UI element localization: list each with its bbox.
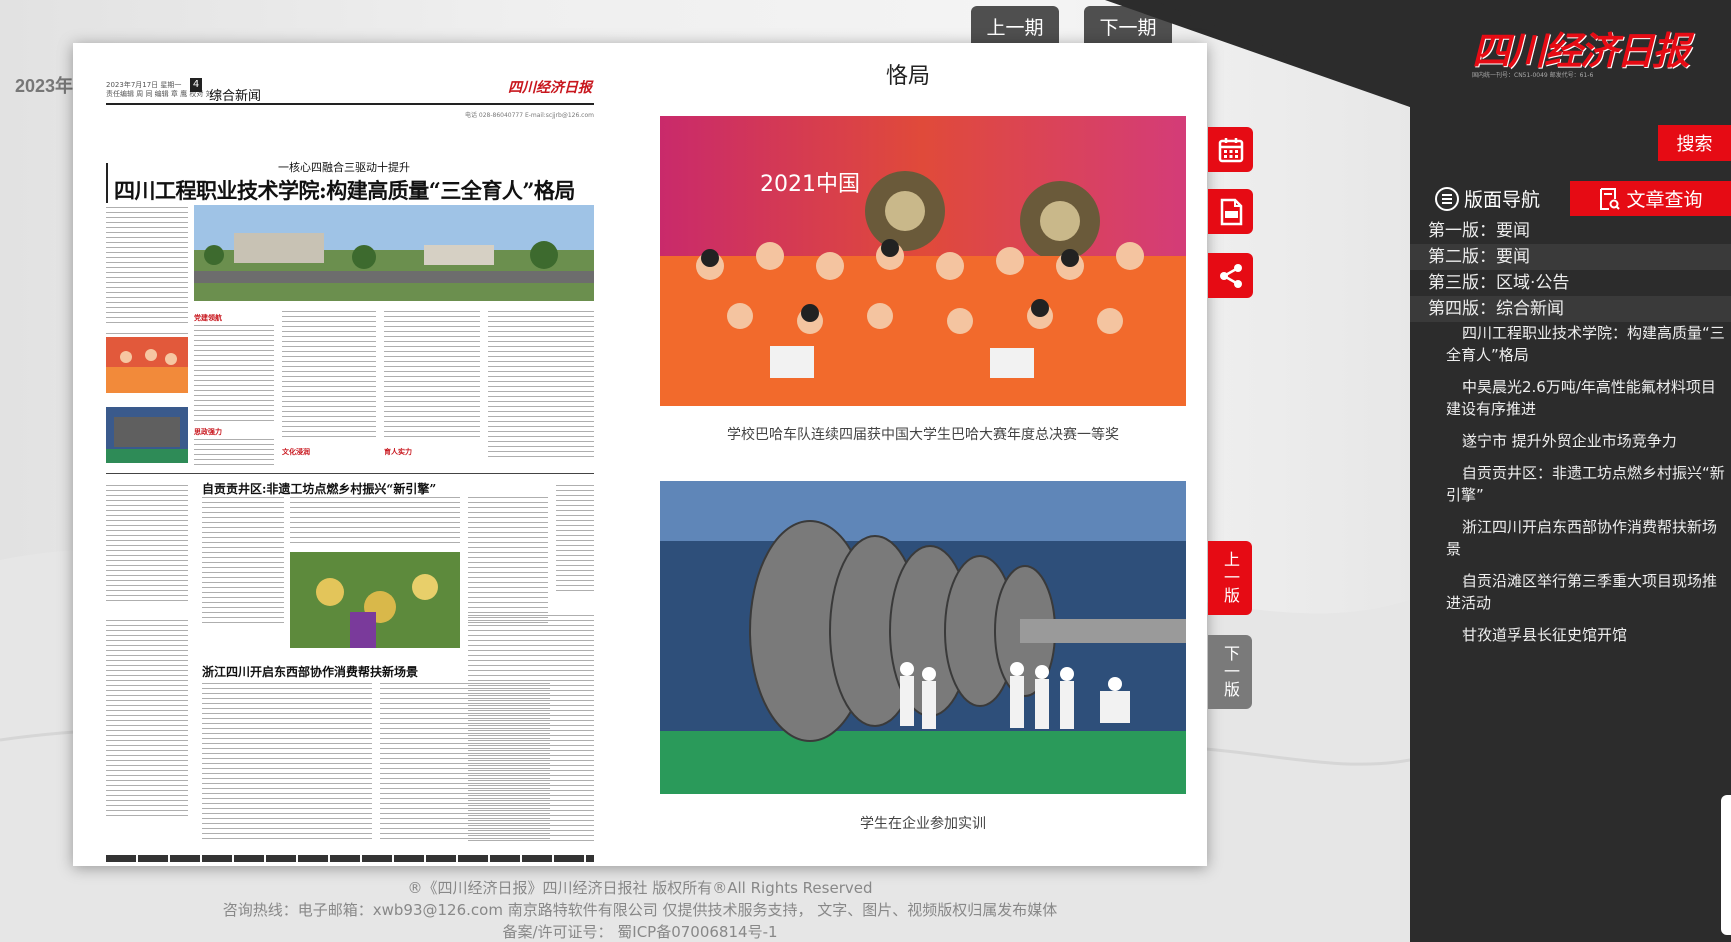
- edition-item-active[interactable]: 第四版：综合新闻: [1410, 296, 1731, 322]
- article-item[interactable]: › 中昊晨光2.6万吨/年高性能氟材料项目建设有序推进: [1410, 376, 1731, 420]
- masthead-meta: 国内统一刊号：CN51-0049 邮发代号：61-6: [1472, 72, 1594, 79]
- calendar-icon: [1218, 137, 1243, 162]
- year-label: 2023年: [15, 76, 74, 96]
- red-subhead: 思政强力: [194, 428, 222, 436]
- chevron-right-icon: ›: [1462, 519, 1468, 534]
- chevron-right-icon: ›: [1462, 573, 1468, 588]
- tab-label: 版面导航: [1464, 189, 1541, 211]
- paper-header: 2023年7月17日 星期一 责任编辑 周 同 编辑 章 鹰 校对 刘 莉 4 …: [106, 75, 594, 105]
- red-subhead: 党建领航: [194, 314, 222, 322]
- chevron-right-icon: ›: [1462, 627, 1468, 642]
- photo-caption-1: 学校巴哈车队连续四届获中国大学生巴哈大赛年度总决赛一等奖: [727, 427, 1119, 443]
- edition-item[interactable]: 第二版：要闻: [1410, 244, 1731, 270]
- article-title: 恪局: [886, 64, 931, 89]
- chevron-right-icon: ›: [1462, 325, 1468, 340]
- share-button[interactable]: [1208, 253, 1253, 298]
- tab-article-search[interactable]: 文章查询: [1570, 181, 1731, 216]
- edition-item[interactable]: 第一版：要闻: [1410, 218, 1731, 244]
- article-card: 恪局 2023年7月17日 星期一 责任编辑 周 同 编辑 章 鹰 校对 刘 莉…: [73, 43, 1207, 866]
- search-button[interactable]: 搜索: [1658, 125, 1731, 161]
- page-section: 综合新闻: [209, 89, 262, 104]
- page-date: 2023年7月17日 星期一: [106, 81, 182, 89]
- floating-widget[interactable]: [1721, 795, 1731, 935]
- page-number: 4: [190, 78, 202, 92]
- red-subhead: 育人实力: [384, 448, 412, 456]
- subhead-zhejiang[interactable]: 浙江四川开启东西部协作消费帮扶新场景: [202, 663, 418, 680]
- calendar-button[interactable]: [1208, 127, 1253, 172]
- chevron-right-icon: ›: [1462, 433, 1468, 448]
- search-bar: 搜索: [1410, 125, 1731, 161]
- red-subhead: 文化浸润: [282, 448, 310, 456]
- chevron-right-icon: ›: [1462, 465, 1468, 480]
- edition-list: 第一版：要闻 第二版：要闻 第三版：区域·公告 第四版：综合新闻: [1410, 218, 1731, 322]
- team-photo[interactable]: 2021中国: [660, 116, 1186, 406]
- masthead-logo: 四川经济日报: [1472, 28, 1690, 73]
- masthead: 四川经济日报 国内统一刊号：CN51-0049 邮发代号：61-6: [1410, 0, 1731, 107]
- article-item[interactable]: › 自贡沿滩区举行第三季重大项目现场推进活动: [1410, 570, 1731, 614]
- search-input[interactable]: [1410, 125, 1658, 161]
- pdf-download-button[interactable]: [1208, 189, 1253, 234]
- banner-text: 2021中国: [760, 172, 860, 197]
- footer-icp[interactable]: 备案/许可证号： 蜀ICP备07006814号-1: [0, 921, 1280, 942]
- article-item[interactable]: › 浙江四川开启东西部协作消费帮扶新场景: [1410, 516, 1731, 560]
- panel-tabs: 版面导航 文章查询: [1410, 181, 1731, 216]
- article-item[interactable]: › 四川工程职业技术学院：构建高质量“三全育人”格局: [1410, 322, 1731, 366]
- lead-kicker: 一核心四融合三驱动十提升: [278, 161, 410, 174]
- tab-page-navigation[interactable]: 版面导航: [1434, 181, 1570, 216]
- list-icon: [1435, 186, 1459, 211]
- turbine-photo[interactable]: [660, 481, 1186, 794]
- campus-photo: [194, 205, 594, 301]
- next-page-button[interactable]: 下一版: [1208, 635, 1252, 709]
- footer-contact: 咨询热线：电子邮箱：xwb93@126.com 南京路特软件有限公司 仅提供技术…: [222, 901, 1058, 919]
- paper-logo: 四川经济日报: [508, 80, 592, 96]
- article-item[interactable]: › 自贡贡井区：非遗工坊点燃乡村振兴“新引擎”: [1410, 462, 1731, 506]
- text-column: [106, 207, 188, 327]
- subhead-zigong[interactable]: 自贡贡井区:非遗工坊点燃乡村振兴“新引擎”: [202, 480, 436, 497]
- article-list: › 四川工程职业技术学院：构建高质量“三全育人”格局 › 中昊晨光2.6万吨/年高性…: [1410, 322, 1731, 656]
- previous-issue-button[interactable]: 上一期: [971, 6, 1059, 46]
- page-editors: 责任编辑 周 同 编辑 章 鹰 校对 刘 莉: [106, 90, 222, 98]
- pear-harvest-photo: [290, 552, 460, 648]
- share-icon: [1219, 263, 1242, 288]
- pdf-icon: [1220, 198, 1242, 225]
- lead-headline[interactable]: 四川工程职业技术学院:构建高质量“三全育人”格局: [114, 175, 575, 205]
- previous-page-button[interactable]: 上一版: [1208, 541, 1252, 615]
- document-search-icon: [1600, 187, 1621, 210]
- footer-copyright: ®《四川经济日报》四川经济日报社 版权所有®All Rights Reserve…: [407, 879, 873, 897]
- photo-caption-2: 学生在企业参加实训: [860, 816, 986, 832]
- chevron-right-icon: ›: [1462, 379, 1468, 394]
- training-photo-thumb: [106, 407, 188, 463]
- article-item[interactable]: › 遂宁市 提升外贸企业市场竞争力: [1410, 430, 1731, 452]
- paper-contact: 电话 028-86040777 E-mail:scjjrb@126.com: [464, 112, 594, 119]
- tab-label: 文章查询: [1626, 189, 1703, 211]
- edition-item[interactable]: 第三版：区域·公告: [1410, 270, 1731, 296]
- newspaper-page[interactable]: 2023年7月17日 星期一 责任编辑 周 同 编辑 章 鹰 校对 刘 莉 4 …: [106, 75, 594, 875]
- team-photo-thumb: [106, 337, 188, 393]
- article-item[interactable]: › 甘孜道孚县长征史馆开馆: [1410, 624, 1731, 646]
